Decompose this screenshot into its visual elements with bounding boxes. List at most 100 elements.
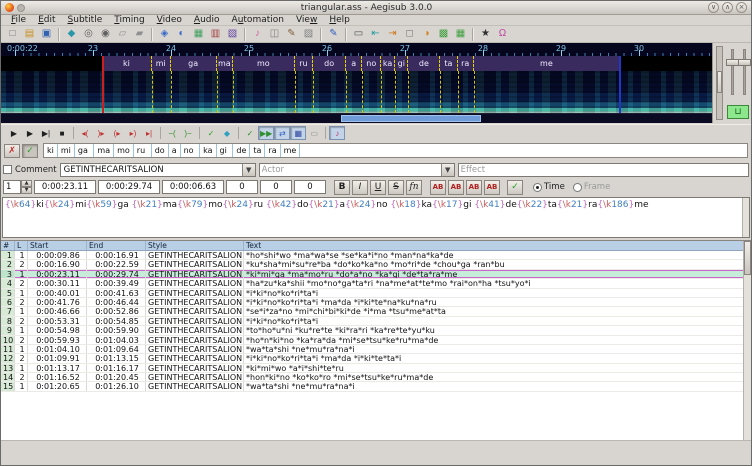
layer-input[interactable]: [3, 180, 21, 194]
open-macros-button[interactable]: Ω: [494, 27, 511, 42]
menu-help[interactable]: Help: [323, 15, 356, 25]
outline-color-button[interactable]: AB: [466, 180, 482, 195]
play-to-end-button[interactable]: ▶|: [38, 126, 54, 140]
maximize-button[interactable]: ∧: [722, 2, 733, 13]
audio-syllable[interactable]: do: [313, 56, 346, 71]
add-lead-out-button[interactable]: )−: [180, 126, 196, 140]
auto-next-line-button[interactable]: ▶▶: [258, 126, 274, 140]
open-video-button[interactable]: ▭: [350, 27, 367, 42]
font-face-button[interactable]: fn: [406, 180, 422, 195]
karaoke-accept-button[interactable]: ✓: [22, 144, 38, 158]
subtitle-row[interactable]: 910:00:54.980:00:59.90GETINTHECARITSALIO…: [1, 326, 751, 335]
actor-combo[interactable]: ▼: [259, 163, 455, 177]
subtitle-row[interactable]: 1110:01:04.100:01:09.64GETINTHECARITSALI…: [1, 345, 751, 354]
find-next-button[interactable]: ◉: [97, 27, 114, 42]
audio-selection[interactable]: kimigamamorudoanokagidetarame: [102, 56, 619, 71]
grid-header-l[interactable]: L: [15, 241, 28, 250]
selection-end-marker[interactable]: [619, 56, 621, 113]
subtitle-text-editor[interactable]: {\k64}ki{\k24}mi{\k59}ga {\k21}ma{\k79}m…: [2, 197, 750, 238]
audio-scrollbar-thumb[interactable]: [341, 115, 481, 122]
time-radio[interactable]: [533, 183, 542, 192]
primary-color-button[interactable]: AB: [430, 180, 446, 195]
subtitle-row[interactable]: 620:00:41.760:00:46.44GETINTHECARITSALIO…: [1, 298, 751, 307]
karaoke-syllable[interactable]: do: [152, 144, 169, 157]
karaoke-syllable[interactable]: me: [281, 144, 301, 157]
karaoke-syllable[interactable]: ta: [250, 144, 265, 157]
duration-input[interactable]: [162, 180, 224, 194]
snap-end-to-video-button[interactable]: ◑: [418, 27, 435, 42]
syllable-boundary-line[interactable]: [171, 71, 172, 113]
audio-syllable[interactable]: me: [474, 56, 619, 71]
audio-spectrogram[interactable]: [1, 71, 712, 113]
underline-button[interactable]: U: [370, 180, 386, 195]
properties-button[interactable]: ◆: [63, 27, 80, 42]
save-subtitles-button[interactable]: ▣: [38, 27, 55, 42]
syllable-boundary-line[interactable]: [440, 71, 441, 113]
karaoke-syllable[interactable]: ru: [134, 144, 152, 157]
karaoke-syllable[interactable]: de: [233, 144, 250, 157]
chevron-down-icon[interactable]: ▼: [242, 164, 255, 176]
menu-timing[interactable]: Timing: [108, 15, 150, 25]
shade-button[interactable]: ∨: [708, 2, 719, 13]
play-after-selection-button[interactable]: )▸: [93, 126, 109, 140]
grid-header-start[interactable]: Start: [28, 241, 87, 250]
resample-resolution-button[interactable]: ▧: [224, 27, 241, 42]
style-editor-button[interactable]: ▥: [207, 27, 224, 42]
go-to-selection-button[interactable]: ◆: [219, 126, 235, 140]
subtitle-row[interactable]: 220:00:16.900:00:22.59GETINTHECARITSALIO…: [1, 260, 751, 269]
karaoke-syllable[interactable]: ki: [44, 144, 58, 157]
menu-audio[interactable]: Audio: [188, 15, 226, 25]
karaoke-syllable-field[interactable]: kimiga mamoru doano kagi detarame: [43, 143, 748, 158]
audio-syllable[interactable]: mo: [233, 56, 295, 71]
audio-syllable[interactable]: de: [408, 56, 440, 71]
menu-file[interactable]: File: [5, 15, 32, 25]
new-subtitles-button[interactable]: □: [4, 27, 21, 42]
styles-manager-button[interactable]: ▦: [190, 27, 207, 42]
syllable-boundary-line[interactable]: [474, 71, 475, 113]
audio-syllable[interactable]: ma: [217, 56, 233, 71]
audio-syllable[interactable]: mi: [152, 56, 171, 71]
subtitle-row[interactable]: 1420:01:16.520:01:20.45GETINTHECARITSALI…: [1, 373, 751, 382]
secondary-color-button[interactable]: AB: [448, 180, 464, 195]
karaoke-cancel-button[interactable]: ✗: [4, 144, 20, 158]
syllable-boundary-line[interactable]: [362, 71, 363, 113]
karaoke-syllable[interactable]: ma: [94, 144, 114, 157]
stop-button[interactable]: ■: [54, 126, 70, 140]
chevron-down-icon[interactable]: ▼: [441, 164, 454, 176]
margin-right-input[interactable]: [260, 180, 292, 194]
subtitle-row[interactable]: 510:00:40.010:00:41.63GETINTHECARITSALIO…: [1, 289, 751, 298]
subtitle-row[interactable]: 420:00:30.110:00:39.49GETINTHECARITSALIO…: [1, 279, 751, 288]
subtitle-row[interactable]: 820:00:53.310:00:54.85GETINTHECARITSALIO…: [1, 317, 751, 326]
select-lines-button[interactable]: ◈: [156, 27, 173, 42]
karaoke-syllable[interactable]: ka: [200, 144, 216, 157]
karaoke-syllable[interactable]: gi: [217, 144, 234, 157]
end-time-input[interactable]: [98, 180, 160, 194]
syllable-boundary-line[interactable]: [233, 71, 234, 113]
audio-syllable[interactable]: ru: [295, 56, 314, 71]
strikeout-button[interactable]: S: [388, 180, 404, 195]
shift-times-button[interactable]: ◐: [173, 27, 190, 42]
grid-scrollbar[interactable]: [743, 241, 751, 440]
syllable-boundary-line[interactable]: [152, 71, 153, 113]
layer-down-button[interactable]: ▼: [21, 187, 32, 194]
syllable-boundary-line[interactable]: [408, 71, 409, 113]
syllable-boundary-line[interactable]: [395, 71, 396, 113]
syllable-boundary-line[interactable]: [381, 71, 382, 113]
syllable-boundary-line[interactable]: [346, 71, 347, 113]
actor-input[interactable]: [260, 164, 441, 176]
karaoke-syllable[interactable]: mo: [114, 144, 134, 157]
syllable-boundary-line[interactable]: [217, 71, 218, 113]
attachments-button[interactable]: ▱: [114, 27, 131, 42]
audio-syllable[interactable]: gi: [395, 56, 408, 71]
play-last-500ms-button[interactable]: ▸): [125, 126, 141, 140]
subtitle-row[interactable]: 1020:00:59.930:01:04.03GETINTHECARITSALI…: [1, 336, 751, 345]
find-button[interactable]: ◎: [80, 27, 97, 42]
audio-display[interactable]: 0:00:222324252627282930 kimigamamorudoan…: [1, 43, 712, 123]
close-button[interactable]: ×: [736, 2, 747, 13]
export-subtitles-button[interactable]: ▰: [131, 27, 148, 42]
jump-forward-button[interactable]: ⇥: [384, 27, 401, 42]
karaoke-mode-toggle-button[interactable]: ♪: [329, 126, 345, 140]
karaoke-syllable[interactable]: ra: [265, 144, 280, 157]
audio-syllable[interactable]: ga: [171, 56, 217, 71]
audio-timeline-ruler[interactable]: 0:00:222324252627282930: [1, 43, 712, 56]
